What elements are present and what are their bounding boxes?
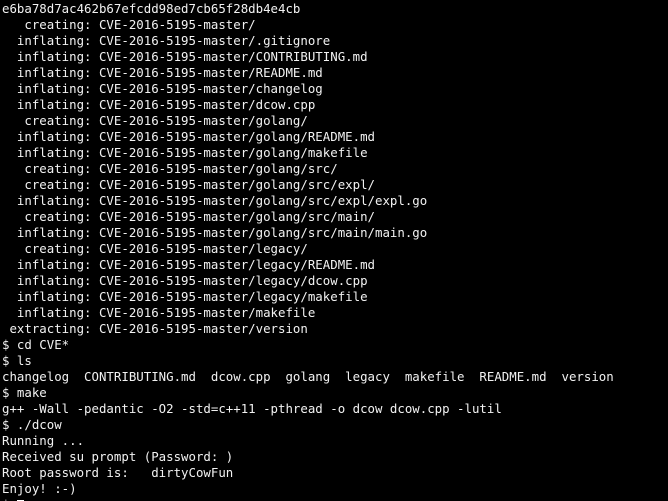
terminal-line: inflating: CVE-2016-5195-master/makefile bbox=[2, 305, 316, 320]
terminal-line: inflating: CVE-2016-5195-master/.gitigno… bbox=[2, 33, 331, 48]
terminal-output: e6ba78d7ac462b67efcdd98ed7cb65f28db4e4cb… bbox=[2, 1, 614, 501]
command-line: $ ls bbox=[2, 353, 32, 368]
terminal-line: changelog CONTRIBUTING.md dcow.cpp golan… bbox=[2, 369, 614, 384]
terminal-line: inflating: CVE-2016-5195-master/golang/m… bbox=[2, 145, 368, 160]
terminal-line: inflating: CVE-2016-5195-master/legacy/R… bbox=[2, 257, 375, 272]
terminal-line: inflating: CVE-2016-5195-master/golang/s… bbox=[2, 193, 428, 208]
terminal-line: inflating: CVE-2016-5195-master/legacy/m… bbox=[2, 289, 368, 304]
command-line: $ ./dcow bbox=[2, 417, 62, 432]
command-line: $ cd CVE* bbox=[2, 337, 70, 352]
terminal-line: g++ -Wall -pedantic -O2 -std=c++11 -pthr… bbox=[2, 401, 502, 416]
terminal-line: inflating: CVE-2016-5195-master/changelo… bbox=[2, 81, 323, 96]
terminal-line: Root password is: dirtyCowFun bbox=[2, 465, 234, 480]
terminal-line: creating: CVE-2016-5195-master/legacy/ bbox=[2, 241, 308, 256]
terminal-line: inflating: CVE-2016-5195-master/dcow.cpp bbox=[2, 97, 316, 112]
shell-prompt: $ bbox=[2, 497, 17, 501]
terminal-line: creating: CVE-2016-5195-master/golang/sr… bbox=[2, 209, 375, 224]
terminal-window[interactable]: e6ba78d7ac462b67efcdd98ed7cb65f28db4e4cb… bbox=[0, 0, 668, 501]
terminal-line: Enjoy! :-) bbox=[2, 481, 77, 496]
terminal-line: Running ... bbox=[2, 433, 85, 448]
terminal-line: inflating: CVE-2016-5195-master/golang/R… bbox=[2, 129, 375, 144]
terminal-line: inflating: CVE-2016-5195-master/legacy/d… bbox=[2, 273, 368, 288]
command-line: $ make bbox=[2, 385, 47, 400]
terminal-line: inflating: CVE-2016-5195-master/README.m… bbox=[2, 65, 323, 80]
terminal-line: creating: CVE-2016-5195-master/golang/ bbox=[2, 113, 308, 128]
terminal-line: extracting: CVE-2016-5195-master/version bbox=[2, 321, 308, 336]
terminal-line: creating: CVE-2016-5195-master/golang/sr… bbox=[2, 177, 375, 192]
terminal-line: e6ba78d7ac462b67efcdd98ed7cb65f28db4e4cb bbox=[2, 1, 301, 16]
terminal-line: inflating: CVE-2016-5195-master/CONTRIBU… bbox=[2, 49, 368, 64]
terminal-line: creating: CVE-2016-5195-master/golang/sr… bbox=[2, 161, 338, 176]
terminal-line: inflating: CVE-2016-5195-master/golang/s… bbox=[2, 225, 428, 240]
terminal-line: Received su prompt (Password: ) bbox=[2, 449, 234, 464]
terminal-line: creating: CVE-2016-5195-master/ bbox=[2, 17, 256, 32]
prompt-line[interactable]: $ bbox=[2, 497, 614, 501]
